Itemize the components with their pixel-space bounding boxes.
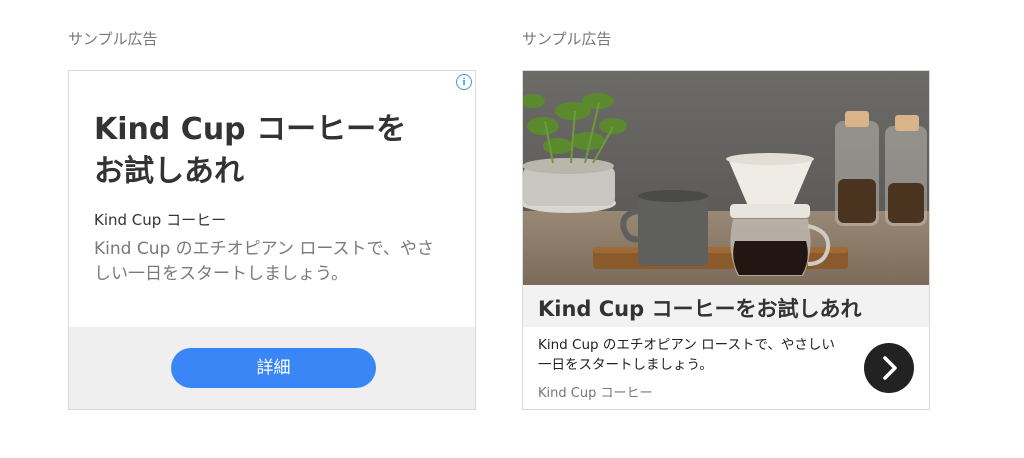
next-button[interactable] [864, 343, 914, 393]
ad-headline[interactable]: Kind Cup コーヒーをお試しあれ [538, 293, 861, 323]
image-ad[interactable]: Kind Cup コーヒーをお試しあれ Kind Cup のエチオピアン ロース… [522, 70, 930, 410]
ad-description: Kind Cup のエチオピアン ローストで、やさしい一日をスタートしましょう。 [94, 239, 434, 284]
text-ad[interactable]: i Kind Cup コーヒーをお試しあれ Kind Cup コーヒー Kind… [68, 70, 476, 410]
details-button[interactable]: 詳細 [171, 348, 376, 388]
chevron-right-icon [883, 356, 897, 380]
ad-footer: 詳細 [69, 327, 475, 409]
ad-headline-band[interactable]: Kind Cup コーヒーをお試しあれ [523, 285, 929, 327]
ad-brand: Kind Cup コーヒー [538, 386, 653, 401]
info-icon[interactable]: i [456, 74, 472, 90]
coffee-photo[interactable] [523, 71, 929, 285]
ad-brand: Kind Cup コーヒー [94, 211, 227, 229]
ad-description: Kind Cup のエチオピアン ローストで、やさしい一日をスタートしましょう。 [538, 337, 835, 373]
ad-headline[interactable]: Kind Cup コーヒーをお試しあれ [94, 109, 434, 193]
ad-caption-1: サンプル広告 [68, 30, 158, 48]
ad-caption-2: サンプル広告 [522, 30, 612, 48]
